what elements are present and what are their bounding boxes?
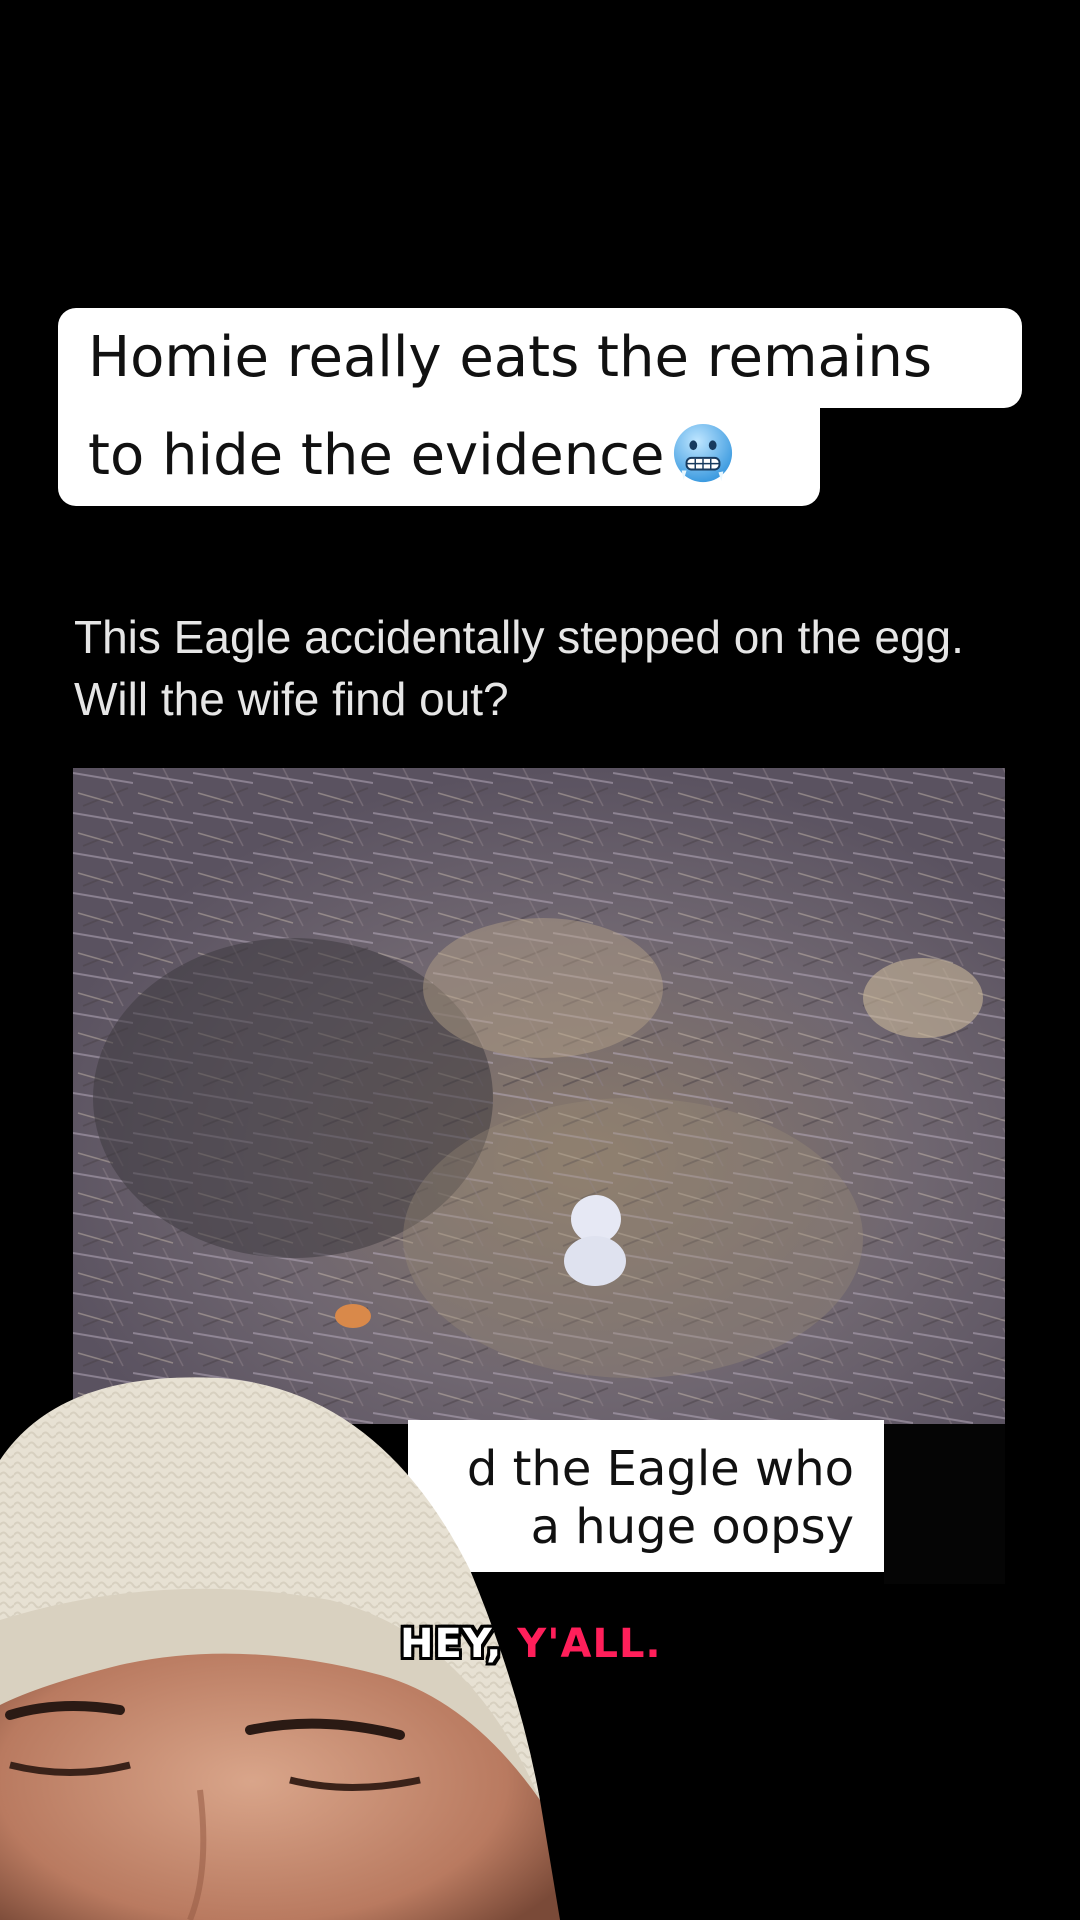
egg-back [571, 1195, 621, 1243]
overlay-caption-line-1: Homie really eats the remains [58, 308, 1022, 408]
video-bottom-panel [884, 1424, 1005, 1584]
nest-cup [403, 1098, 863, 1378]
overlay-caption-text-2: to hide the evidence [88, 423, 665, 488]
egg-front [564, 1236, 626, 1286]
nest-video-frame[interactable] [73, 768, 1005, 1424]
speech-caption-word-2: Y'ALL. [517, 1621, 662, 1667]
orange-leaf [335, 1304, 371, 1328]
light-leaves [423, 918, 663, 1058]
dry-leaf [863, 958, 983, 1038]
speech-caption-word-1: HEY, [400, 1621, 503, 1667]
nest-image [73, 768, 1005, 1424]
cold-face-emoji-icon [674, 423, 733, 483]
overlay-caption: Homie really eats the remains to hide th… [58, 308, 1022, 506]
overlay-caption-line-2: to hide the evidence [58, 406, 820, 506]
overlay-caption-text-1: Homie really eats the remains [88, 325, 933, 390]
post-text: This Eagle accidentally stepped on the e… [74, 611, 964, 725]
speech-caption: HEY, Y'ALL. [400, 1620, 662, 1668]
